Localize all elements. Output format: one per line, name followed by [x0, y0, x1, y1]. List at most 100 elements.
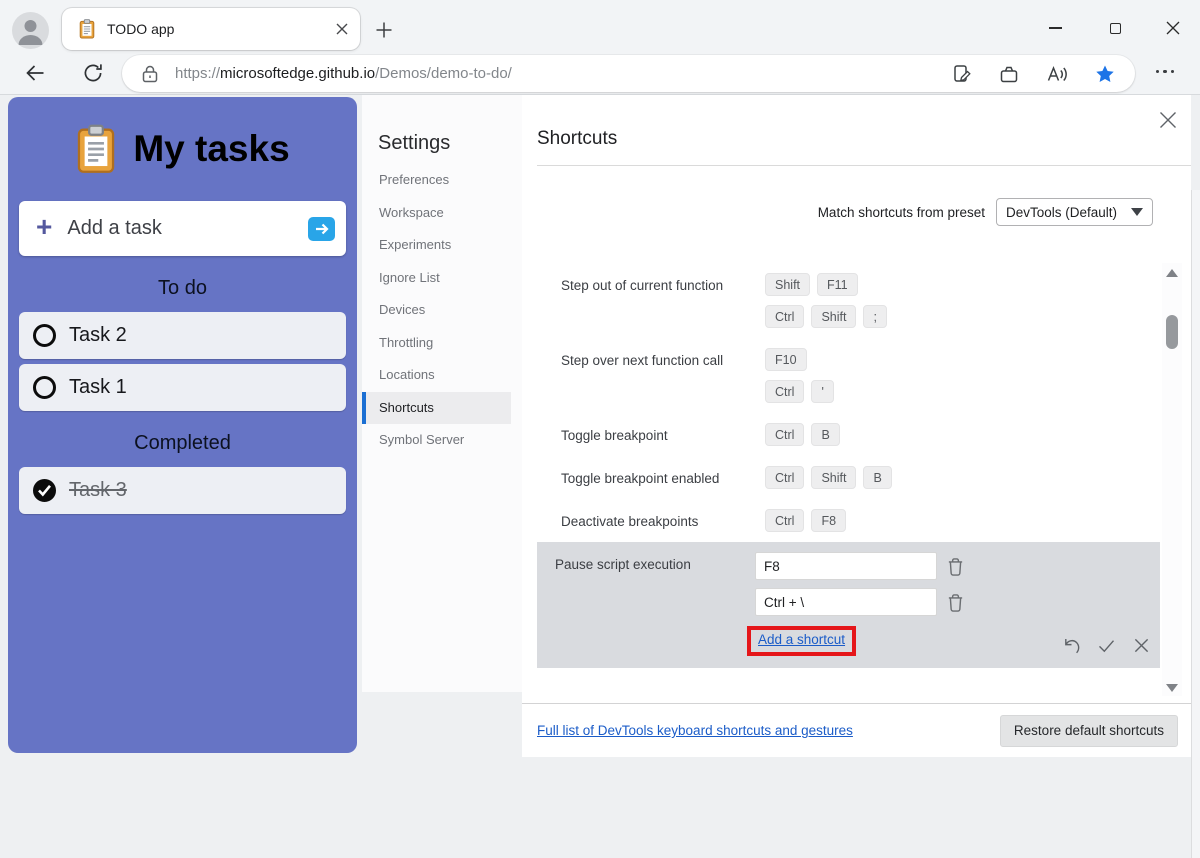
sidebar-item-locations[interactable]: Locations [362, 359, 522, 392]
key-badge: Ctrl [765, 466, 804, 489]
close-icon [1166, 21, 1180, 35]
sidebar-item-throttling[interactable]: Throttling [362, 327, 522, 360]
shortcut-row[interactable]: Toggle breakpoint Ctrl B [537, 413, 1160, 456]
sidebar-item-workspace[interactable]: Workspace [362, 197, 522, 230]
sidebar-item-devices[interactable]: Devices [362, 294, 522, 327]
address-bar[interactable]: https://microsoftedge.github.io/Demos/de… [122, 55, 1135, 92]
shortcut-list: Step out of current function Shift F11 C… [537, 263, 1160, 668]
task-row[interactable]: Task 2 [19, 312, 346, 359]
tab-title: TODO app [107, 21, 325, 37]
task-checkbox[interactable] [33, 324, 56, 347]
full-list-link[interactable]: Full list of DevTools keyboard shortcuts… [537, 723, 853, 738]
window-maximize-button[interactable] [1103, 16, 1127, 40]
shortcut-input[interactable] [755, 552, 937, 580]
read-aloud-button[interactable] [1046, 64, 1068, 84]
plus-icon: + [36, 213, 52, 245]
favorites-star-button[interactable] [1095, 64, 1115, 84]
lock-icon [142, 65, 158, 83]
edit-actions [1061, 635, 1152, 656]
collections-button[interactable] [999, 64, 1019, 84]
refresh-icon [82, 62, 104, 84]
shortcut-input[interactable] [755, 588, 937, 616]
shortcut-action-label: Deactivate breakpoints [561, 509, 765, 532]
window-minimize-button[interactable] [1043, 16, 1067, 40]
url-scheme: https:// [175, 65, 220, 82]
key-badge: F8 [811, 509, 846, 532]
page-background: My tasks + Add a task To do Task 2 Task … [0, 95, 1200, 763]
shortcut-action-label: Toggle breakpoint enabled [561, 466, 765, 489]
scroll-up-arrow-icon[interactable] [1166, 269, 1178, 277]
plus-icon [374, 20, 394, 40]
shortcut-action-label: Step out of current function [561, 273, 765, 328]
add-task-row[interactable]: + Add a task [19, 201, 346, 256]
sidebar-item-shortcuts[interactable]: Shortcuts [362, 392, 511, 425]
todo-section-label: To do [8, 277, 357, 300]
sidebar-item-experiments[interactable]: Experiments [362, 229, 522, 262]
maximize-icon [1110, 23, 1121, 34]
shortcut-row[interactable]: Toggle breakpoint enabled Ctrl Shift B [537, 456, 1160, 499]
browser-tab[interactable]: TODO app [62, 8, 360, 50]
chevron-down-icon [1131, 208, 1143, 216]
clipboard-icon [75, 124, 117, 174]
shortcut-row[interactable]: Step out of current function Shift F11 C… [537, 263, 1160, 338]
shortcut-row[interactable]: Deactivate breakpoints Ctrl F8 [537, 499, 1160, 542]
shortcuts-panel: Shortcuts Match shortcuts from preset De… [522, 95, 1191, 757]
add-task-submit-button[interactable] [308, 217, 335, 241]
minimize-icon [1049, 27, 1062, 29]
scrollbar-thumb[interactable] [1166, 315, 1178, 349]
app-title: My tasks [133, 128, 289, 170]
todo-task-list: Task 2 Task 1 [19, 312, 346, 411]
check-icon [1096, 635, 1117, 656]
person-icon [12, 12, 49, 49]
task-row-completed[interactable]: Task 3 [19, 467, 346, 514]
task-checkbox-checked[interactable] [33, 479, 56, 502]
scroll-down-arrow-icon[interactable] [1166, 684, 1178, 692]
shortcut-action-label: Step over next function call [561, 348, 765, 403]
task-row[interactable]: Task 1 [19, 364, 346, 411]
confirm-button[interactable] [1096, 635, 1117, 656]
delete-shortcut-button[interactable] [946, 556, 965, 577]
browser-chrome: TODO app https:// [0, 0, 1200, 95]
close-icon [1131, 635, 1152, 656]
key-badge: B [863, 466, 891, 489]
cancel-button[interactable] [1131, 635, 1152, 656]
url-host: microsoftedge.github.io [220, 65, 375, 82]
trash-icon [946, 556, 965, 577]
window-edge [1191, 190, 1200, 858]
new-tab-button[interactable] [374, 20, 394, 40]
web-capture-button[interactable] [952, 64, 972, 84]
key-badge: Ctrl [765, 380, 804, 403]
key-badge: Ctrl [765, 423, 804, 446]
devtools-settings-overlay: Settings Preferences Workspace Experimen… [362, 95, 1191, 757]
key-badge: Ctrl [765, 305, 804, 328]
trash-icon [946, 592, 965, 613]
profile-avatar[interactable] [12, 12, 49, 49]
preset-dropdown[interactable]: DevTools (Default) [996, 198, 1153, 226]
shortcut-row[interactable]: Step over next function call F10 Ctrl ' [537, 338, 1160, 413]
browser-menu-button[interactable] [1156, 70, 1174, 73]
url-text[interactable]: https://microsoftedge.github.io/Demos/de… [175, 65, 952, 82]
tab-close-button[interactable] [336, 23, 348, 35]
restore-defaults-button[interactable]: Restore default shortcuts [1000, 715, 1178, 747]
sidebar-item-symbol-server[interactable]: Symbol Server [362, 424, 522, 457]
settings-close-button[interactable] [1158, 110, 1178, 130]
sidebar-item-ignore-list[interactable]: Ignore List [362, 262, 522, 295]
close-icon [1158, 110, 1178, 130]
key-badge: B [811, 423, 839, 446]
key-badge: Ctrl [765, 509, 804, 532]
sidebar-item-preferences[interactable]: Preferences [362, 164, 522, 197]
add-shortcut-link[interactable]: Add a shortcut [758, 632, 845, 647]
back-button[interactable] [24, 62, 46, 84]
add-task-input[interactable]: Add a task [67, 217, 308, 240]
scrollbar[interactable] [1162, 263, 1182, 696]
refresh-button[interactable] [82, 62, 104, 84]
task-checkbox[interactable] [33, 376, 56, 399]
key-badge: ' [811, 380, 833, 403]
delete-shortcut-button[interactable] [946, 592, 965, 613]
undo-button[interactable] [1061, 635, 1082, 656]
completed-section-label: Completed [8, 432, 357, 455]
todo-header: My tasks [8, 121, 357, 177]
window-close-button[interactable] [1161, 16, 1185, 40]
panel-title: Shortcuts [537, 128, 617, 150]
url-path: /Demos/demo-to-do/ [375, 65, 512, 82]
